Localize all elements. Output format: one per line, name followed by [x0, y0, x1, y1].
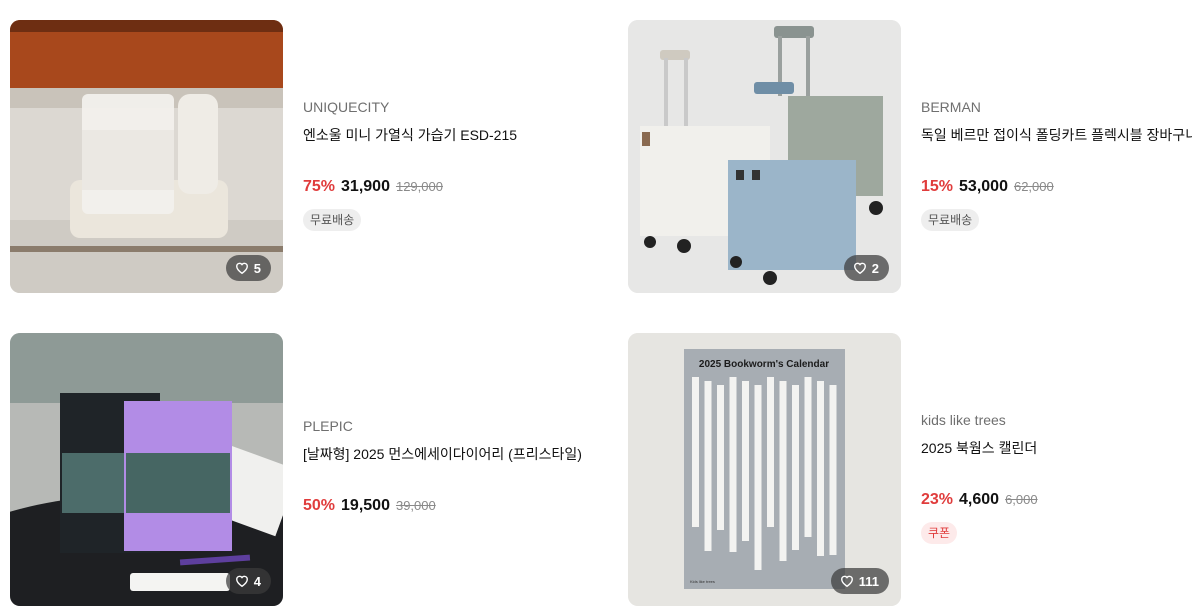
product-brand[interactable]: BERMAN: [921, 98, 1192, 116]
product-card[interactable]: 4 PLEPIC [날짜형] 2025 먼스에세이다이어리 (프리스타일) 50…: [10, 333, 610, 606]
poster-title: 2025 Bookworm's Calendar: [699, 359, 829, 370]
calendar-poster-image: 2025 Bookworm's Calendar Kids like trees: [628, 333, 901, 606]
like-count: 4: [253, 573, 261, 589]
calendar-month-strip: [804, 377, 812, 537]
sale-price: 31,900: [341, 178, 390, 195]
like-count: 2: [871, 260, 879, 276]
sale-price: 53,000: [959, 178, 1008, 195]
product-name[interactable]: 2025 북웜스 캘린더: [921, 438, 1192, 458]
product-card[interactable]: 5 UNIQUECITY 엔소울 미니 가열식 가습기 ESD-215 75% …: [10, 20, 610, 293]
calendar-month-strip: [729, 377, 737, 552]
product-brand[interactable]: PLEPIC: [303, 417, 610, 435]
original-price: 62,000: [1013, 179, 1054, 194]
calendar-month-strip: [692, 377, 699, 527]
like-count: 111: [858, 573, 879, 589]
free-shipping-badge: 무료배송: [303, 209, 362, 231]
calendar-month-strip: [817, 381, 824, 556]
price-row: 75% 31,900 129,000: [303, 178, 610, 196]
like-button[interactable]: 5: [225, 255, 271, 281]
sale-price: 4,600: [959, 491, 1000, 508]
calendar-month-strip: [767, 377, 774, 527]
heart-icon: [853, 262, 866, 275]
price-row: 23% 4,600 6,000: [921, 491, 1192, 509]
calendar-month-strip: [829, 385, 837, 555]
product-name[interactable]: 독일 베르만 접이식 폴딩카트 플렉시블 장바구니: [921, 125, 1192, 145]
product-card[interactable]: 2 BERMAN 독일 베르만 접이식 폴딩카트 플렉시블 장바구니 15% 5…: [628, 20, 1192, 293]
diary-image: [10, 333, 283, 606]
heart-icon: [235, 575, 248, 588]
original-price: 6,000: [1005, 492, 1038, 507]
calendar-month-strip: [792, 385, 799, 550]
like-count: 5: [253, 260, 261, 276]
price-row: 15% 53,000 62,000: [921, 178, 1192, 196]
discount-rate: 15%: [921, 178, 954, 195]
calendar-month-strip: [717, 385, 724, 530]
calendar-month-strip: [742, 381, 749, 541]
product-brand[interactable]: kids like trees: [921, 411, 1192, 429]
product-image-diary[interactable]: 4: [10, 333, 283, 606]
product-name[interactable]: 엔소울 미니 가열식 가습기 ESD-215: [303, 125, 610, 145]
like-button[interactable]: 4: [225, 568, 271, 594]
heart-icon: [235, 262, 248, 275]
product-name[interactable]: [날짜형] 2025 먼스에세이다이어리 (프리스타일): [303, 444, 610, 464]
product-image-calendar[interactable]: 2025 Bookworm's Calendar Kids like trees…: [628, 333, 901, 606]
product-image-humidifier[interactable]: 5: [10, 20, 283, 293]
discount-rate: 23%: [921, 491, 954, 508]
free-shipping-badge: 무료배송: [921, 209, 980, 231]
product-card[interactable]: 2025 Bookworm's Calendar Kids like trees…: [628, 333, 1192, 606]
like-button[interactable]: 2: [843, 255, 889, 281]
price-row: 50% 19,500 39,000: [303, 497, 610, 515]
original-price: 39,000: [395, 498, 436, 513]
discount-rate: 50%: [303, 497, 336, 514]
calendar-month-strip: [704, 381, 712, 551]
sale-price: 19,500: [341, 497, 390, 514]
folding-cart-image: [628, 20, 901, 293]
product-brand[interactable]: UNIQUECITY: [303, 98, 610, 116]
heart-icon: [840, 575, 853, 588]
calendar-month-strip: [754, 385, 762, 570]
original-price: 129,000: [395, 179, 443, 194]
calendar-month-strip: [779, 381, 787, 561]
coupon-badge: 쿠폰: [921, 522, 958, 544]
discount-rate: 75%: [303, 178, 336, 195]
like-button[interactable]: 111: [830, 568, 889, 594]
poster-footer: Kids like trees: [690, 579, 715, 584]
product-image-folding-cart[interactable]: 2: [628, 20, 901, 293]
humidifier-image: [10, 20, 283, 293]
